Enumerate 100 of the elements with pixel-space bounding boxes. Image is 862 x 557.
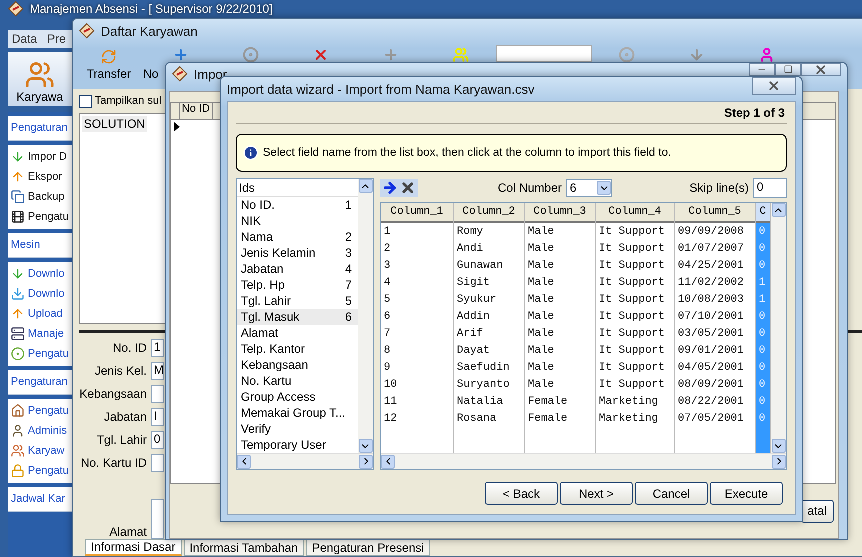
sidebar-group-header[interactable]: Pengaturan — [8, 116, 72, 141]
close-button[interactable] — [801, 63, 841, 76]
wizard-button[interactable]: Next > — [560, 482, 633, 505]
field-list-item[interactable]: Jenis Kelamin 3 — [237, 245, 358, 261]
column-header[interactable]: Column_5 — [675, 203, 755, 223]
column-header[interactable]: Column_1 — [381, 203, 453, 223]
table-cell-text: 1 — [758, 292, 767, 308]
toolbar-button[interactable] — [617, 45, 637, 63]
field-list-item[interactable]: Nama 2 — [237, 229, 358, 245]
horizontal-scrollbar[interactable] — [381, 453, 786, 469]
field-list-item[interactable]: Alamat — [237, 325, 358, 341]
tab[interactable]: Informasi Tambahan — [184, 539, 304, 556]
toolbar-icon — [453, 47, 469, 63]
field-list-item[interactable]: Tgl. Masuk 6 — [237, 309, 358, 325]
minimize-button[interactable] — [749, 63, 775, 76]
field-list-item[interactable]: Telp. Kantor — [237, 341, 358, 357]
field-list-item[interactable]: Memakai Group T... — [237, 405, 358, 421]
table-cell-text: Rosana — [456, 412, 498, 426]
input-field[interactable]: 1 — [151, 339, 164, 357]
col-number-dropdown[interactable]: 6 — [566, 179, 612, 197]
sidebar-item-icon — [11, 404, 25, 418]
sidebar-item[interactable]: Pengatu — [8, 401, 72, 421]
menu-item[interactable]: Data — [12, 32, 38, 46]
sidebar-item[interactable]: Karyaw — [8, 441, 72, 461]
input-field[interactable]: 0 — [151, 431, 164, 449]
field-list-item[interactable]: NIK — [237, 213, 358, 229]
tab[interactable]: Informasi Dasar — [85, 539, 182, 556]
sidebar-item[interactable]: Downlo — [8, 284, 72, 304]
tab[interactable]: Pengaturan Presensi — [306, 539, 430, 556]
toolbar-icon — [759, 47, 775, 63]
table-cell-text: 10 — [383, 378, 398, 392]
table-cell-text: It Support — [598, 326, 666, 342]
maximize-button[interactable] — [775, 63, 801, 76]
sidebar-item[interactable]: Pengatu — [8, 207, 72, 227]
sidebar-item[interactable]: Pengatu — [8, 461, 72, 481]
column-header[interactable]: Column_2 — [454, 203, 524, 223]
field-list-item[interactable]: Tgl. Lahir 5 — [237, 293, 358, 309]
table-cell-text: It Support — [598, 242, 666, 256]
input-field[interactable] — [151, 454, 164, 472]
sidebar-item[interactable]: Pengatu — [8, 344, 72, 364]
field-list-item[interactable]: Telp. Hp 7 — [237, 277, 358, 293]
menu-item[interactable]: Pre — [47, 32, 66, 46]
skip-lines-field[interactable]: 0 — [753, 178, 787, 198]
field-list-item[interactable]: Jabatan 4 — [237, 261, 358, 277]
sidebar-group-header[interactable]: Jadwal Kar — [8, 487, 72, 512]
skip-lines-label: Skip line(s) — [690, 181, 749, 195]
toolbar-button[interactable] — [241, 45, 261, 63]
toolbar-button[interactable] — [451, 45, 471, 63]
table-cell-text: Male — [527, 310, 556, 324]
sidebar-item-icon — [11, 210, 25, 224]
close-button[interactable] — [752, 77, 796, 95]
table-cell-text: Dayat — [456, 344, 492, 358]
sidebar-item[interactable]: Manaje — [8, 324, 72, 344]
table-cell-text: 3 — [383, 258, 392, 274]
clear-icon[interactable] — [400, 180, 416, 196]
vertical-scrollbar[interactable] — [771, 203, 786, 453]
show-checkbox[interactable]: Tampilkan sul — [79, 93, 162, 110]
toolbar-button[interactable]: Transfer — [79, 45, 139, 81]
sidebar-item[interactable]: Upload — [8, 304, 72, 324]
field-list-item[interactable]: Group Access — [237, 389, 358, 405]
sidebar-item[interactable]: Ekspor — [8, 167, 72, 187]
sidebar-item-icon — [11, 267, 25, 281]
sidebar-group-header[interactable]: Pengaturan — [8, 370, 72, 395]
wizard-button[interactable]: Cancel — [635, 482, 708, 505]
list-item[interactable]: SOLUTION — [82, 116, 148, 132]
field-list-item[interactable]: Kebangsaan — [237, 357, 358, 373]
sidebar-item-icon — [11, 287, 25, 301]
wizard-button[interactable]: < Back — [485, 482, 558, 505]
field-list-item[interactable]: Verify — [237, 421, 358, 437]
table-cell-text: 0 — [758, 378, 767, 392]
arrow-right-icon[interactable] — [382, 180, 398, 196]
vertical-scrollbar[interactable] — [358, 179, 373, 453]
sidebar-item-icon — [11, 190, 25, 204]
sidebar-item[interactable]: Downlo — [8, 264, 72, 284]
column-header[interactable]: Column_3 — [525, 203, 595, 223]
column-header[interactable]: C — [756, 203, 770, 223]
employees-button[interactable]: Karyawa — [8, 52, 72, 106]
table-cell-text: Arif — [456, 326, 484, 342]
sidebar-item-icon — [11, 307, 25, 321]
sidebar-item[interactable]: Adminis — [8, 421, 72, 441]
table-cell-text: 04/25/2001 — [677, 258, 746, 274]
toolbar-button[interactable]: No — [139, 45, 163, 81]
field-list-item[interactable]: No ID. 1 — [237, 197, 358, 213]
input-field[interactable]: I — [151, 408, 164, 426]
input-field[interactable]: M — [151, 362, 164, 380]
field-list-item[interactable]: Temporary User — [237, 437, 358, 453]
column-header[interactable]: Column_4 — [596, 203, 674, 223]
sidebar-item[interactable]: Backup — [8, 187, 72, 207]
field-list-item[interactable]: No. Kartu — [237, 373, 358, 389]
input-field[interactable] — [151, 499, 164, 539]
window-title: Impor — [194, 66, 228, 82]
dialog-button[interactable]: atal — [800, 500, 834, 522]
table-cell-text: 0 — [758, 242, 767, 256]
wizard-button[interactable]: Execute — [710, 482, 783, 505]
sidebar-group-header[interactable]: Mesin — [8, 233, 72, 258]
search-field[interactable] — [496, 45, 592, 62]
table-cell-text: Saefudin — [456, 360, 511, 376]
horizontal-scrollbar[interactable] — [237, 453, 373, 469]
input-field[interactable] — [151, 385, 164, 403]
sidebar-item[interactable]: Impor D — [8, 147, 72, 167]
